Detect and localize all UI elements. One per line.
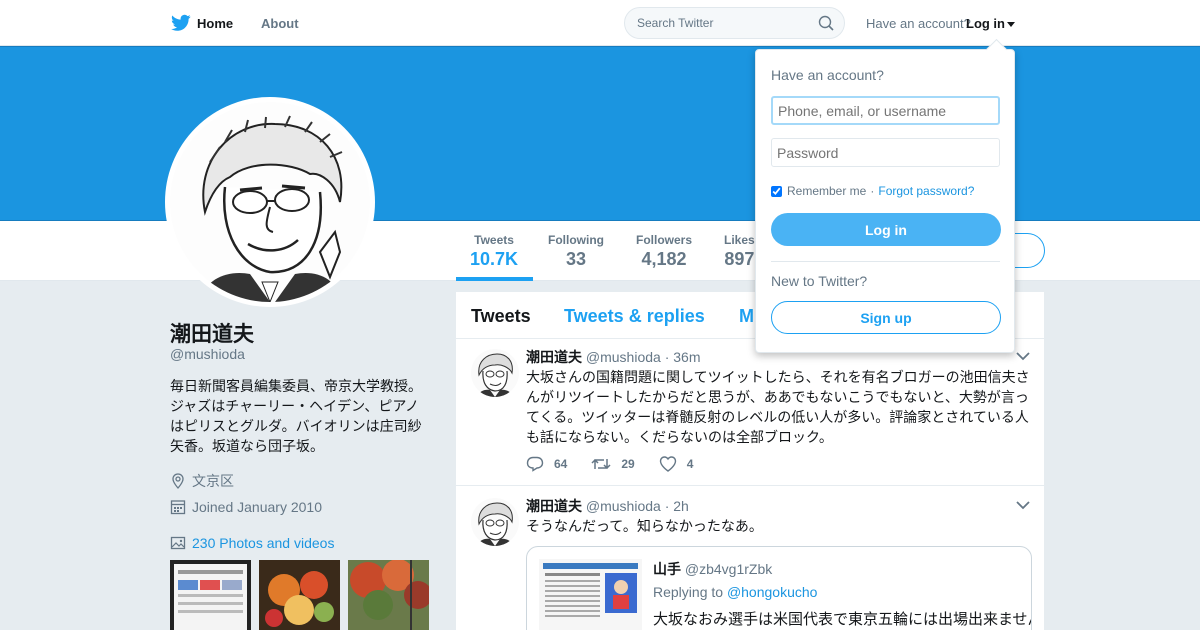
joined-text: Joined January 2010 bbox=[192, 499, 322, 515]
quoted-author-name: 山手 bbox=[653, 561, 681, 577]
login-dropdown-title: Have an account? bbox=[771, 67, 884, 83]
profile-bio: 毎日新聞客員編集委員、帝京大学教授。ジャズはチャーリー・ヘイデン、ピアノはピリス… bbox=[170, 378, 422, 454]
retweet-icon bbox=[591, 458, 611, 470]
tweet-author-handle[interactable]: @mushioda bbox=[586, 498, 661, 514]
caret-down-icon bbox=[1007, 22, 1015, 28]
chevron-down-icon[interactable] bbox=[1016, 500, 1030, 510]
thumbnail-image bbox=[348, 560, 429, 630]
chevron-down-icon[interactable] bbox=[1016, 351, 1030, 361]
calendar-icon bbox=[170, 500, 186, 515]
photo-thumbnail[interactable] bbox=[170, 560, 251, 630]
stat-likes[interactable]: Likes 897 bbox=[724, 233, 755, 270]
new-to-twitter-text: New to Twitter? bbox=[771, 273, 868, 289]
tweet-header: 潮田道夫 @mushioda · 36m bbox=[526, 347, 701, 367]
photo-thumbnail[interactable] bbox=[259, 560, 340, 630]
quoted-tweet-text: 大坂なおみ選手は米国代表で東京五輪には出場出来ません bbox=[653, 611, 1032, 628]
stat-value: 10.7K bbox=[470, 249, 519, 269]
divider bbox=[771, 261, 1000, 262]
tab-tweets-replies[interactable]: Tweets & replies bbox=[564, 306, 705, 327]
stat-followers[interactable]: Followers 4,182 bbox=[636, 233, 692, 270]
tweet-header: 潮田道夫 @mushioda · 2h bbox=[526, 496, 689, 516]
location-pin-icon bbox=[172, 473, 184, 489]
reply-action[interactable]: 64 bbox=[526, 456, 567, 472]
tab-media[interactable]: M bbox=[739, 306, 754, 327]
retweet-action[interactable]: 29 bbox=[591, 456, 635, 472]
reply-count: 64 bbox=[554, 457, 568, 471]
tweet-author-name[interactable]: 潮田道夫 bbox=[526, 498, 582, 514]
separator-dot: · bbox=[870, 184, 875, 198]
profile-location: 文京区 bbox=[170, 471, 234, 491]
tweet-timestamp[interactable]: · 36m bbox=[665, 349, 701, 365]
tweet-author-name[interactable]: 潮田道夫 bbox=[526, 349, 582, 365]
replying-to-prefix: Replying to bbox=[653, 584, 724, 600]
remember-me-label[interactable]: Remember me bbox=[787, 184, 866, 198]
tweet-avatar[interactable] bbox=[471, 349, 519, 397]
login-dropdown-toggle[interactable]: Log in bbox=[966, 16, 1015, 31]
login-link-label: Log in bbox=[966, 16, 1005, 31]
stat-label: Likes bbox=[724, 233, 755, 247]
photo-icon bbox=[170, 536, 186, 550]
profile-avatar[interactable] bbox=[165, 97, 375, 307]
replying-to-handle[interactable]: @hongokucho bbox=[727, 584, 818, 600]
like-count: 4 bbox=[686, 457, 694, 471]
tweet-avatar[interactable] bbox=[471, 498, 519, 546]
password-input[interactable] bbox=[771, 138, 1000, 167]
nav-about[interactable]: About bbox=[261, 16, 299, 31]
like-action[interactable]: 4 bbox=[659, 456, 694, 472]
location-text: 文京区 bbox=[192, 473, 234, 489]
quoted-tweet-image bbox=[539, 559, 642, 630]
login-button[interactable]: Log in bbox=[771, 213, 1001, 246]
quoted-replying-to: Replying to @hongokucho bbox=[653, 584, 817, 600]
search-input[interactable]: Search Twitter bbox=[624, 7, 845, 39]
profile-name[interactable]: 潮田道夫 bbox=[170, 318, 254, 348]
remember-me-checkbox[interactable] bbox=[771, 185, 782, 197]
stat-value: 4,182 bbox=[641, 249, 687, 269]
thumbnail-image bbox=[170, 560, 251, 630]
stat-following[interactable]: Following 33 bbox=[548, 233, 604, 270]
username-input[interactable] bbox=[771, 96, 1000, 125]
top-nav: Home About Search Twitter Have an accoun… bbox=[0, 0, 1200, 46]
tab-tweets[interactable]: Tweets bbox=[471, 306, 531, 327]
stat-value: 897 bbox=[724, 249, 755, 269]
quoted-author-handle: @zb4vg1rZbk bbox=[684, 561, 773, 577]
photos-videos-link[interactable]: 230 Photos and videos bbox=[170, 535, 334, 551]
retweet-count: 29 bbox=[621, 457, 635, 471]
tweet-timestamp[interactable]: · 2h bbox=[665, 498, 689, 514]
tweet-actions: 64 29 4 bbox=[526, 456, 717, 472]
profile-joined: Joined January 2010 bbox=[170, 499, 322, 515]
reply-icon bbox=[526, 456, 544, 472]
search-icon[interactable] bbox=[818, 15, 834, 31]
quoted-tweet[interactable]: 山手 @zb4vg1rZbk Replying to @hongokucho 大… bbox=[526, 546, 1032, 630]
stat-tweets[interactable]: Tweets 10.7K bbox=[470, 233, 518, 270]
nav-home[interactable]: Home bbox=[197, 16, 233, 31]
tweet[interactable]: 潮田道夫 @mushioda · 36m 大坂さんの国籍問題に関してツイットした… bbox=[456, 339, 1044, 486]
quoted-author[interactable]: 山手 @zb4vg1rZbk bbox=[653, 559, 772, 579]
active-stat-indicator bbox=[456, 277, 533, 281]
tweet-text: 大坂さんの国籍問題に関してツイットしたら、それを有名ブロガーの池田信夫さんがリツ… bbox=[526, 369, 1030, 445]
stat-value: 33 bbox=[565, 249, 587, 269]
avatar-image bbox=[471, 349, 519, 397]
stat-label: Following bbox=[548, 233, 604, 247]
thumbnail-image bbox=[259, 560, 340, 630]
newspaper-clipping-image bbox=[539, 559, 642, 630]
photo-thumbnail[interactable] bbox=[348, 560, 429, 630]
tweet-author-handle[interactable]: @mushioda bbox=[586, 349, 661, 365]
signup-button[interactable]: Sign up bbox=[771, 301, 1001, 334]
avatar-image bbox=[471, 498, 519, 546]
login-dropdown: Have an account? Remember me · Forgot pa… bbox=[755, 49, 1015, 353]
tweet-text: そうなんだって。知らなかったなあ。 bbox=[526, 518, 763, 534]
have-account-text: Have an account? bbox=[866, 16, 971, 31]
tweet[interactable]: 潮田道夫 @mushioda · 2h そうなんだって。知らなかったなあ。 山手… bbox=[456, 488, 1044, 630]
caricature-illustration bbox=[170, 102, 370, 302]
profile-handle[interactable]: @mushioda bbox=[170, 346, 245, 362]
remember-me-row: Remember me · Forgot password? bbox=[771, 184, 974, 198]
heart-icon bbox=[659, 456, 676, 472]
photos-videos-label: 230 Photos and videos bbox=[192, 535, 335, 551]
stat-label: Tweets bbox=[474, 233, 514, 247]
stat-label: Followers bbox=[636, 233, 693, 247]
twitter-bird-icon[interactable] bbox=[171, 14, 191, 32]
search-placeholder: Search Twitter bbox=[637, 16, 714, 30]
forgot-password-link[interactable]: Forgot password? bbox=[878, 184, 974, 198]
